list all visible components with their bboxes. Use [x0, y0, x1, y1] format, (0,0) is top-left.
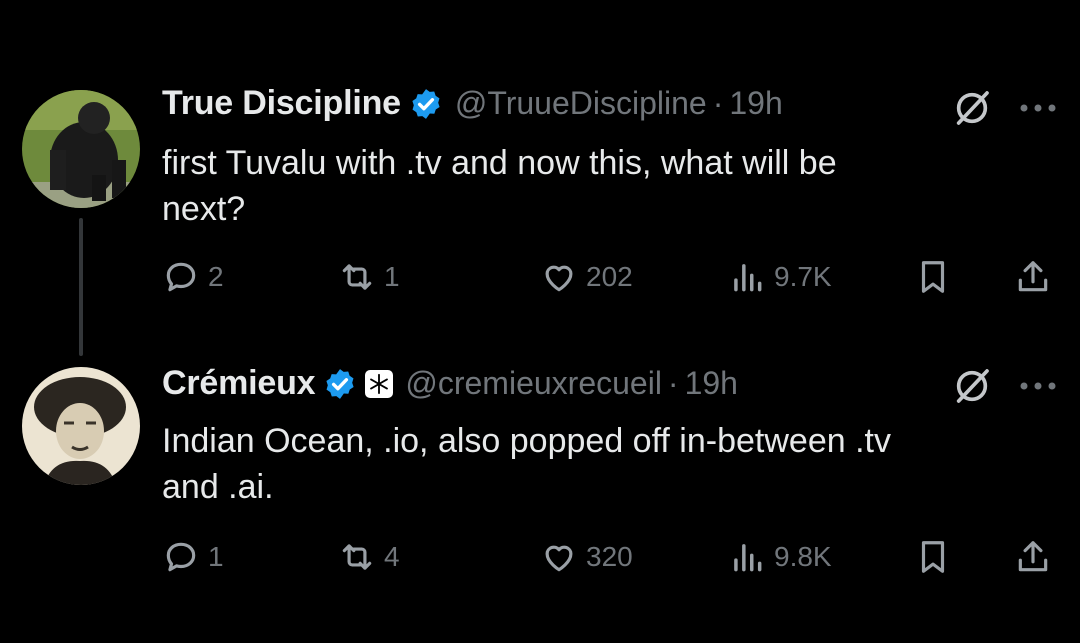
bookmark-button[interactable]: [914, 538, 952, 576]
tweet-text: Indian Ocean, .io, also popped off in-be…: [162, 418, 1042, 510]
share-icon: [1018, 261, 1048, 292]
bookmark-button[interactable]: [914, 258, 952, 296]
like-button[interactable]: 202: [540, 258, 633, 296]
like-count: 202: [586, 261, 633, 292]
reply-count: 1: [208, 541, 224, 572]
tweet-text-line: and .ai.: [162, 468, 274, 506]
action-bar: 2 1 202 9.7K: [0, 258, 1080, 302]
bookmark-icon: [921, 541, 945, 573]
snowflake-icon: [370, 373, 389, 394]
tweet-header: Crémieux @cremieuxrecueil · 19h: [162, 364, 738, 403]
share-icon: [1018, 541, 1048, 572]
timestamp[interactable]: 19h: [729, 85, 782, 122]
like-button[interactable]: 320: [540, 538, 633, 576]
tweet-text: first Tuvalu with .tv and now this, what…: [162, 140, 1042, 232]
repost-count: 4: [384, 541, 400, 572]
bookmark-icon: [921, 261, 945, 293]
more-icon[interactable]: [1018, 380, 1058, 392]
user-handle[interactable]: @cremieuxrecueil: [405, 365, 662, 402]
grok-icon[interactable]: [952, 88, 992, 128]
like-icon: [545, 265, 573, 292]
share-button[interactable]: [1014, 258, 1052, 296]
reply-icon: [166, 262, 196, 292]
repost-button[interactable]: 4: [338, 538, 400, 576]
affiliation-badge-icon[interactable]: [365, 369, 394, 398]
verified-badge-icon: [412, 88, 440, 119]
more-icon[interactable]: [1018, 102, 1058, 114]
avatar[interactable]: [22, 367, 140, 485]
timestamp[interactable]: 19h: [685, 365, 738, 402]
views-icon: [734, 264, 762, 292]
separator-dot: ·: [712, 85, 724, 121]
tweet-text-line: Indian Ocean, .io, also popped off in-be…: [162, 422, 891, 460]
reply-button[interactable]: 1: [162, 538, 224, 576]
action-bar: 1 4 320 9.8K: [0, 538, 1080, 582]
avatar[interactable]: [22, 90, 140, 208]
reply-count: 2: [208, 261, 224, 292]
like-count: 320: [586, 541, 633, 572]
display-name[interactable]: True Discipline: [162, 84, 401, 123]
views-button[interactable]: 9.8K: [728, 538, 832, 576]
views-count: 9.8K: [774, 541, 832, 572]
reply-button[interactable]: 2: [162, 258, 224, 296]
views-button[interactable]: 9.7K: [728, 258, 832, 296]
tweet-header: True Discipline @TruueDiscipline · 19h: [162, 84, 783, 123]
caricature-avatar-icon: [22, 367, 140, 485]
views-icon: [734, 544, 762, 572]
repost-icon: [342, 544, 372, 570]
verified-badge-icon: [326, 368, 354, 399]
repost-count: 1: [384, 261, 400, 292]
views-count: 9.7K: [774, 261, 832, 292]
repost-icon: [342, 264, 372, 290]
gorilla-avatar-icon: [22, 90, 140, 208]
user-handle[interactable]: @TruueDiscipline: [455, 85, 707, 122]
display-name[interactable]: Crémieux: [162, 364, 316, 403]
like-icon: [545, 545, 573, 572]
repost-button[interactable]: 1: [338, 258, 400, 296]
separator-dot: ·: [667, 365, 679, 401]
reply-icon: [166, 542, 196, 572]
tweet-text-line: first Tuvalu with .tv and now this, what…: [162, 144, 837, 182]
grok-icon[interactable]: [952, 366, 992, 406]
share-button[interactable]: [1014, 538, 1052, 576]
tweet-text-line: next?: [162, 190, 246, 228]
